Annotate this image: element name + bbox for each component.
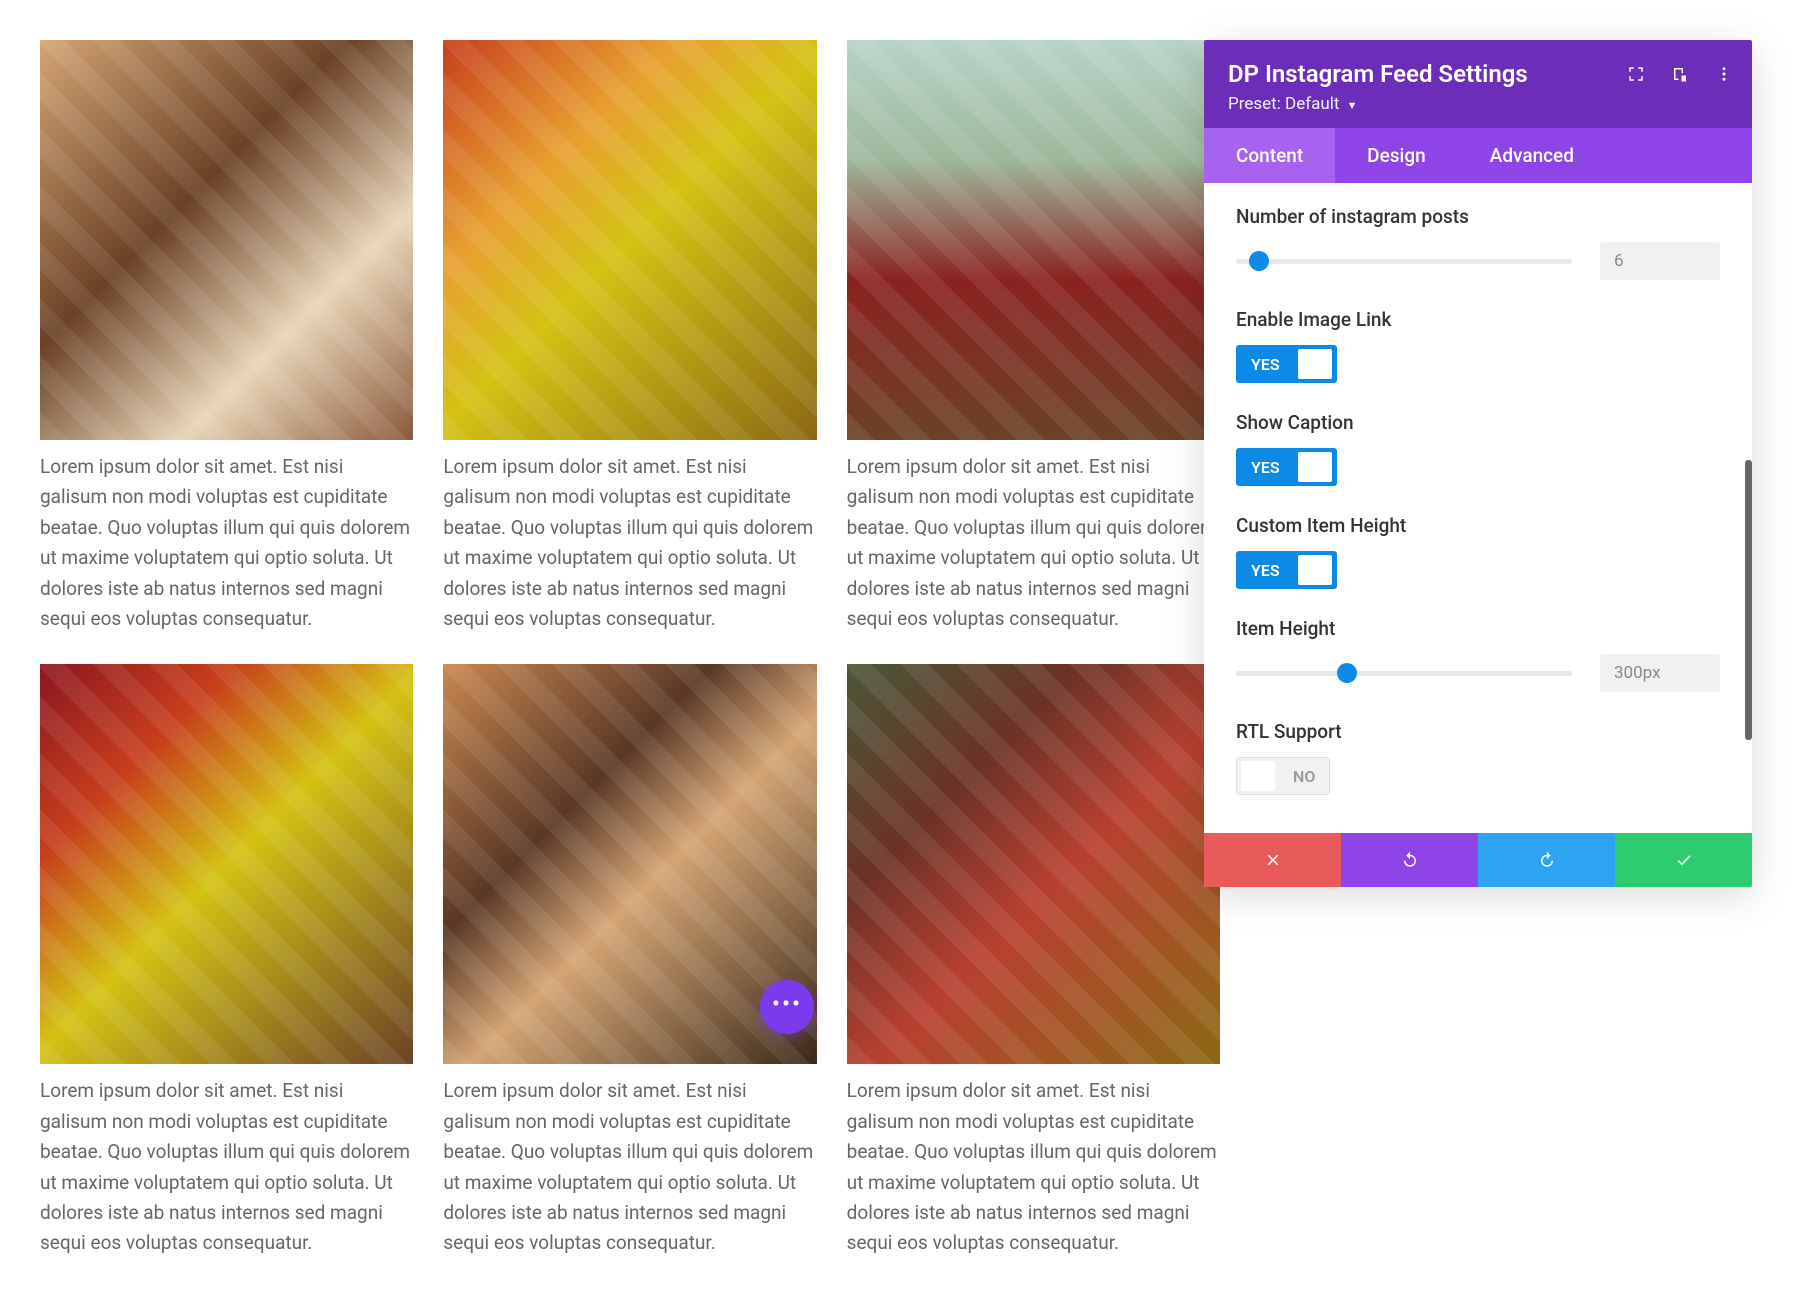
toggle-label: YES [1237, 355, 1294, 374]
tab-content[interactable]: Content [1204, 128, 1335, 183]
slider-thumb[interactable] [1249, 251, 1269, 271]
toggle-knob [1298, 555, 1332, 585]
feed-caption: Lorem ipsum dolor sit amet. Est nisi gal… [40, 1076, 413, 1258]
num-posts-label: Number of instagram posts [1236, 205, 1720, 228]
undo-button[interactable] [1341, 833, 1478, 887]
num-posts-slider[interactable] [1236, 259, 1572, 264]
toggle-label: YES [1237, 561, 1294, 580]
toggle-knob [1298, 349, 1332, 379]
num-posts-value[interactable]: 6 [1600, 242, 1720, 280]
preset-label: Preset: [1228, 94, 1281, 114]
feed-caption: Lorem ipsum dolor sit amet. Est nisi gal… [443, 1076, 816, 1258]
feed-image[interactable] [40, 40, 413, 440]
feed-item: Lorem ipsum dolor sit amet. Est nisi gal… [443, 40, 816, 634]
scrollbar[interactable] [1745, 460, 1752, 740]
item-height-value[interactable]: 300px [1600, 654, 1720, 692]
preset-selector[interactable]: Preset: Default ▼ [1228, 94, 1728, 114]
preset-value: Default [1285, 94, 1339, 114]
feed-image[interactable] [40, 664, 413, 1064]
panel-body: Number of instagram posts 6 Enable Image… [1204, 183, 1752, 833]
toggle-knob [1241, 761, 1275, 791]
rtl-toggle[interactable]: NO [1236, 757, 1330, 795]
feed-image[interactable] [443, 40, 816, 440]
tabs: Content Design Advanced [1204, 128, 1752, 183]
feed-item: Lorem ipsum dolor sit amet. Est nisi gal… [40, 664, 413, 1258]
instagram-feed-grid: Lorem ipsum dolor sit amet. Est nisi gal… [0, 0, 1260, 1299]
toggle-label: YES [1237, 458, 1294, 477]
redo-button[interactable] [1478, 833, 1615, 887]
item-height-label: Item Height [1236, 617, 1720, 640]
custom-height-label: Custom Item Height [1236, 514, 1720, 537]
settings-panel: DP Instagram Feed Settings Preset: Defau… [1204, 40, 1752, 887]
feed-image[interactable] [847, 40, 1220, 440]
feed-caption: Lorem ipsum dolor sit amet. Est nisi gal… [847, 1076, 1220, 1258]
enable-link-label: Enable Image Link [1236, 308, 1720, 331]
feed-caption: Lorem ipsum dolor sit amet. Est nisi gal… [847, 452, 1220, 634]
kebab-menu-icon[interactable] [1714, 64, 1734, 84]
show-caption-toggle[interactable]: YES [1236, 448, 1337, 486]
feed-item: Lorem ipsum dolor sit amet. Est nisi gal… [443, 664, 816, 1258]
save-button[interactable] [1615, 833, 1752, 887]
enable-link-toggle[interactable]: YES [1236, 345, 1337, 383]
slider-thumb[interactable] [1337, 663, 1357, 683]
toggle-knob [1298, 452, 1332, 482]
item-height-slider[interactable] [1236, 671, 1572, 676]
dots-icon: ••• [772, 992, 802, 1016]
feed-caption: Lorem ipsum dolor sit amet. Est nisi gal… [40, 452, 413, 634]
show-caption-label: Show Caption [1236, 411, 1720, 434]
feed-caption: Lorem ipsum dolor sit amet. Est nisi gal… [443, 452, 816, 634]
cancel-button[interactable] [1204, 833, 1341, 887]
feed-item: Lorem ipsum dolor sit amet. Est nisi gal… [847, 664, 1220, 1258]
responsive-icon[interactable] [1670, 64, 1690, 84]
tab-advanced[interactable]: Advanced [1458, 128, 1606, 183]
floating-action-button[interactable]: ••• [760, 980, 814, 1034]
custom-height-toggle[interactable]: YES [1236, 551, 1337, 589]
panel-header: DP Instagram Feed Settings Preset: Defau… [1204, 40, 1752, 128]
rtl-label: RTL Support [1236, 720, 1720, 743]
toggle-label: NO [1279, 767, 1329, 786]
panel-footer [1204, 833, 1752, 887]
feed-item: Lorem ipsum dolor sit amet. Est nisi gal… [40, 40, 413, 634]
feed-image[interactable] [847, 664, 1220, 1064]
expand-icon[interactable] [1626, 64, 1646, 84]
feed-item: Lorem ipsum dolor sit amet. Est nisi gal… [847, 40, 1220, 634]
chevron-down-icon: ▼ [1347, 99, 1358, 112]
tab-design[interactable]: Design [1335, 128, 1458, 183]
